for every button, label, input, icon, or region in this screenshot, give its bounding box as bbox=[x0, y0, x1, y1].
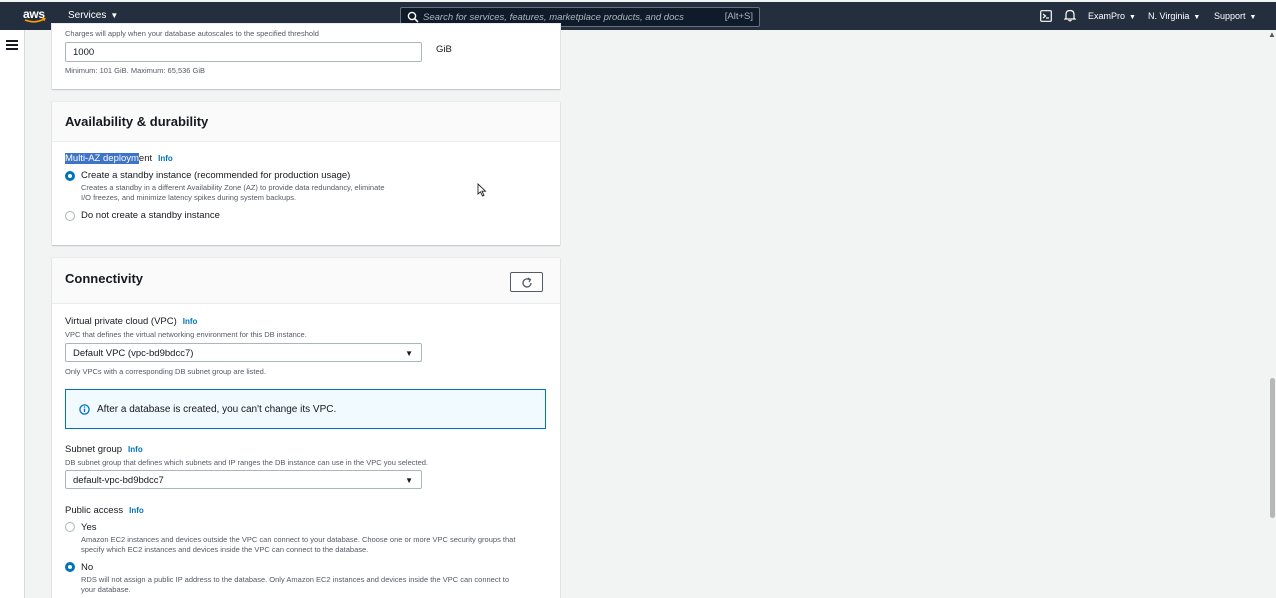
services-menu-button[interactable]: Services ▼ bbox=[68, 10, 118, 21]
caret-down-icon: ▼ bbox=[1249, 14, 1257, 21]
search-input[interactable] bbox=[423, 9, 713, 25]
selected-text: Multi-AZ deploym bbox=[65, 153, 139, 164]
standby-option-desc-line2: I/O freezes, and minimize latency spikes… bbox=[81, 193, 297, 202]
search-shortcut: [Alt+S] bbox=[724, 11, 753, 22]
side-navigation-rail bbox=[0, 30, 25, 598]
no-standby-option-title: Do not create a standby instance bbox=[81, 210, 220, 221]
vpc-info-alert: After a database is created, you can't c… bbox=[65, 389, 546, 429]
subnet-info-link[interactable]: Info bbox=[128, 445, 143, 454]
standby-option-title: Create a standby instance (recommended f… bbox=[81, 170, 351, 181]
region-menu-button[interactable]: N. Virginia ▼ bbox=[1148, 11, 1200, 21]
account-menu-button[interactable]: ExamPro ▼ bbox=[1088, 11, 1136, 21]
public-access-no-title: No bbox=[81, 562, 94, 573]
scroll-up-arrow-icon[interactable]: ▲ bbox=[1268, 30, 1276, 40]
vpc-hint: Only VPCs with a corresponding DB subnet… bbox=[65, 367, 266, 376]
vpc-select[interactable]: Default VPC (vpc-bd9bdcc7) ▼ bbox=[65, 343, 422, 362]
public-access-yes-radio[interactable] bbox=[65, 522, 75, 532]
dropdown-arrow-icon: ▼ bbox=[405, 349, 413, 358]
standby-option-desc-line1: Creates a standby in a different Availab… bbox=[81, 183, 385, 192]
refresh-icon bbox=[522, 277, 532, 288]
subnet-selected-value: default-vpc-bd9bdcc7 bbox=[73, 475, 164, 486]
services-label: Services bbox=[68, 10, 107, 21]
search-icon bbox=[407, 11, 419, 23]
public-access-yes-desc-line1: Amazon EC2 instances and devices outside… bbox=[81, 535, 516, 544]
public-access-field-label: Public access Info bbox=[65, 505, 144, 516]
caret-down-icon: ▼ bbox=[1129, 14, 1136, 21]
public-access-no-desc-line1: RDS will not assign a public IP address … bbox=[81, 575, 510, 584]
region-label: N. Virginia bbox=[1148, 11, 1190, 21]
caret-down-icon: ▼ bbox=[110, 11, 119, 20]
public-access-yes-desc-line2: specify which EC2 instances and devices … bbox=[81, 545, 369, 554]
vpc-description: VPC that defines the virtual networking … bbox=[65, 330, 307, 339]
mouse-cursor-icon bbox=[477, 183, 487, 197]
public-access-info-link[interactable]: Info bbox=[129, 506, 144, 515]
label-text-rest: ent bbox=[138, 153, 153, 164]
vpc-selected-value: Default VPC (vpc-bd9bdcc7) bbox=[73, 348, 194, 359]
public-access-label-text: Public access bbox=[65, 505, 124, 516]
subnet-group-select[interactable]: default-vpc-bd9bdcc7 ▼ bbox=[65, 470, 422, 489]
availability-panel-title: Availability & durability bbox=[65, 114, 209, 129]
public-access-no-desc-line2: your database. bbox=[81, 585, 131, 594]
hamburger-menu-icon[interactable] bbox=[6, 40, 18, 50]
max-storage-threshold-value: 1000 bbox=[73, 47, 95, 58]
vpc-info-link[interactable]: Info bbox=[183, 317, 198, 326]
storage-unit-label: GiB bbox=[436, 44, 452, 55]
subnet-group-field-label: Subnet group Info bbox=[65, 444, 143, 455]
page-scrollbar-thumb[interactable] bbox=[1270, 378, 1275, 518]
refresh-button[interactable] bbox=[510, 272, 543, 292]
availability-durability-panel: Availability & durability Multi-AZ deplo… bbox=[52, 102, 560, 245]
vpc-field-label: Virtual private cloud (VPC) Info bbox=[65, 316, 197, 327]
public-access-yes-title: Yes bbox=[81, 522, 97, 533]
multi-az-standby-radio[interactable] bbox=[65, 171, 75, 181]
storage-range-hint: Minimum: 101 GiB. Maximum: 65,536 GiB bbox=[65, 66, 206, 75]
no-standby-radio[interactable] bbox=[65, 211, 75, 221]
notifications-bell-icon[interactable] bbox=[1064, 9, 1076, 22]
support-label: Support bbox=[1214, 11, 1246, 21]
info-circle-icon bbox=[79, 404, 90, 415]
subnet-label-text: Subnet group bbox=[65, 444, 123, 455]
account-label: ExamPro bbox=[1088, 11, 1126, 21]
multi-az-field-label: Multi-AZ deployment Info bbox=[65, 153, 173, 164]
caret-down-icon: ▼ bbox=[1193, 14, 1201, 21]
cloudshell-icon[interactable] bbox=[1040, 10, 1052, 22]
multi-az-info-link[interactable]: Info bbox=[158, 154, 173, 163]
aws-logo[interactable]: aws bbox=[23, 7, 47, 25]
vpc-label-text: Virtual private cloud (VPC) bbox=[65, 316, 177, 327]
connectivity-panel-title: Connectivity bbox=[65, 271, 144, 286]
vpc-alert-message: After a database is created, you can't c… bbox=[97, 404, 337, 415]
storage-charges-note: Charges will apply when your database au… bbox=[65, 29, 319, 38]
dropdown-arrow-icon: ▼ bbox=[405, 476, 413, 485]
storage-panel: Charges will apply when your database au… bbox=[52, 24, 560, 89]
subnet-group-description: DB subnet group that defines which subne… bbox=[65, 458, 429, 467]
max-storage-threshold-input[interactable]: 1000 bbox=[65, 42, 422, 62]
public-access-no-radio[interactable] bbox=[65, 562, 75, 572]
support-menu-button[interactable]: Support ▼ bbox=[1214, 11, 1256, 21]
